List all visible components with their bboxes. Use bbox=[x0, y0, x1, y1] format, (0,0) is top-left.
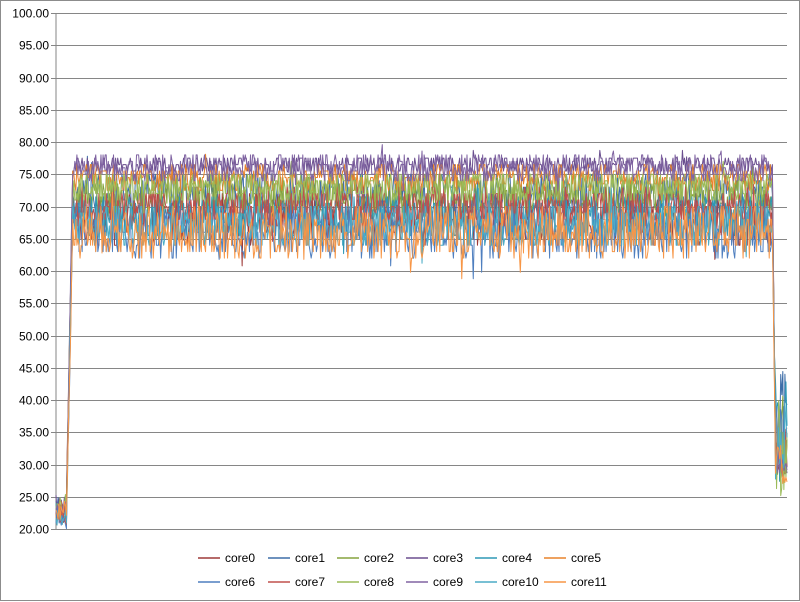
legend-label: core7 bbox=[295, 575, 325, 589]
legend-label: core9 bbox=[433, 575, 463, 589]
y-tick-label: 20.00 bbox=[19, 523, 49, 537]
y-tick-label: 30.00 bbox=[19, 459, 49, 473]
y-tick-label: 85.00 bbox=[19, 104, 49, 118]
legend-label: core8 bbox=[364, 575, 394, 589]
y-tick-label: 65.00 bbox=[19, 233, 49, 247]
legend-item-core0: core0 bbox=[198, 551, 255, 565]
legend-item-core1: core1 bbox=[268, 551, 325, 565]
legend-label: core4 bbox=[502, 551, 532, 565]
legend-label: core5 bbox=[571, 551, 601, 565]
y-tick-label: 60.00 bbox=[19, 265, 49, 279]
legend-label: core2 bbox=[364, 551, 394, 565]
y-tick-label: 70.00 bbox=[19, 201, 49, 215]
y-tick-label: 55.00 bbox=[19, 297, 49, 311]
legend-item-core2: core2 bbox=[337, 551, 394, 565]
legend: core0 core1 core2 core3 core4 core5 core6 core7… bbox=[198, 551, 607, 589]
legend-label: core3 bbox=[433, 551, 463, 565]
line-chart: 20.00 25.00 30.00 35.00 40.00 45.00 50.00 55.00… bbox=[12, 7, 788, 589]
y-tick-label: 25.00 bbox=[19, 491, 49, 505]
legend-item-core3: core3 bbox=[406, 551, 463, 565]
legend-item-core4: core4 bbox=[475, 551, 532, 565]
y-tick-label: 75.00 bbox=[19, 168, 49, 182]
legend-label: core1 bbox=[295, 551, 325, 565]
legend-item-core8: core8 bbox=[337, 575, 394, 589]
legend-item-core7: core7 bbox=[268, 575, 325, 589]
legend-label: core6 bbox=[225, 575, 255, 589]
chart-area: 20.00 25.00 30.00 35.00 40.00 45.00 50.00 55.00… bbox=[0, 0, 800, 601]
y-tick-label: 35.00 bbox=[19, 426, 49, 440]
legend-item-core5: core5 bbox=[544, 551, 601, 565]
y-tick-label: 45.00 bbox=[19, 362, 49, 376]
legend-label: core10 bbox=[502, 575, 539, 589]
y-tick-label: 95.00 bbox=[19, 39, 49, 53]
legend-label: core11 bbox=[571, 575, 607, 589]
legend-label: core0 bbox=[225, 551, 255, 565]
legend-item-core6: core6 bbox=[198, 575, 255, 589]
y-tick-label: 50.00 bbox=[19, 330, 49, 344]
gridlines bbox=[55, 13, 787, 530]
y-tick-label: 100.00 bbox=[12, 7, 49, 21]
y-tick-label: 80.00 bbox=[19, 136, 49, 150]
legend-item-core10: core10 bbox=[475, 575, 539, 589]
legend-item-core9: core9 bbox=[406, 575, 463, 589]
y-tick-label: 40.00 bbox=[19, 394, 49, 408]
y-axis-ticks: 20.00 25.00 30.00 35.00 40.00 45.00 50.00 55.00… bbox=[12, 7, 56, 537]
y-tick-label: 90.00 bbox=[19, 72, 49, 86]
legend-item-core11: core11 bbox=[544, 575, 607, 589]
